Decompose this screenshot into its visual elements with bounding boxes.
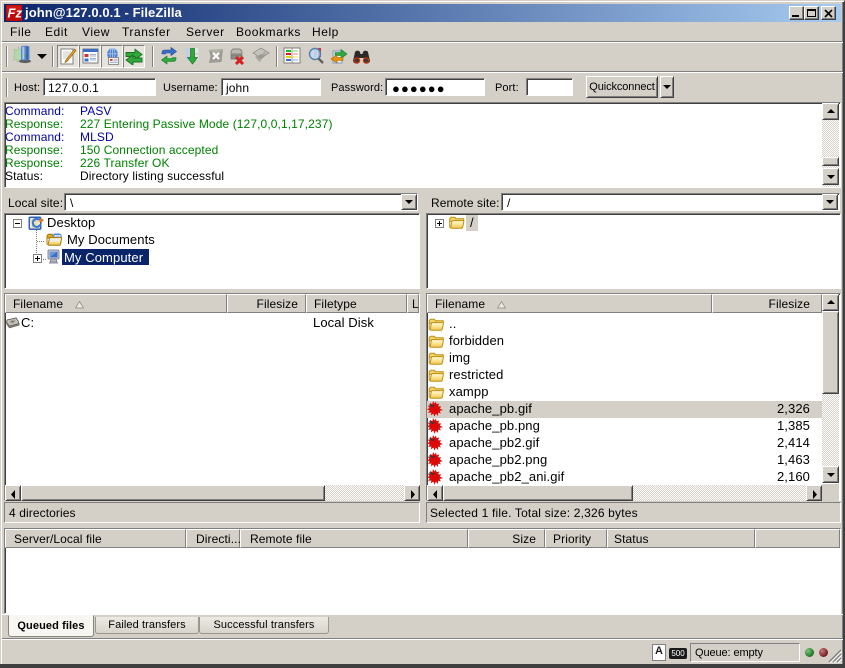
svg-text:Fz: Fz bbox=[8, 6, 23, 21]
